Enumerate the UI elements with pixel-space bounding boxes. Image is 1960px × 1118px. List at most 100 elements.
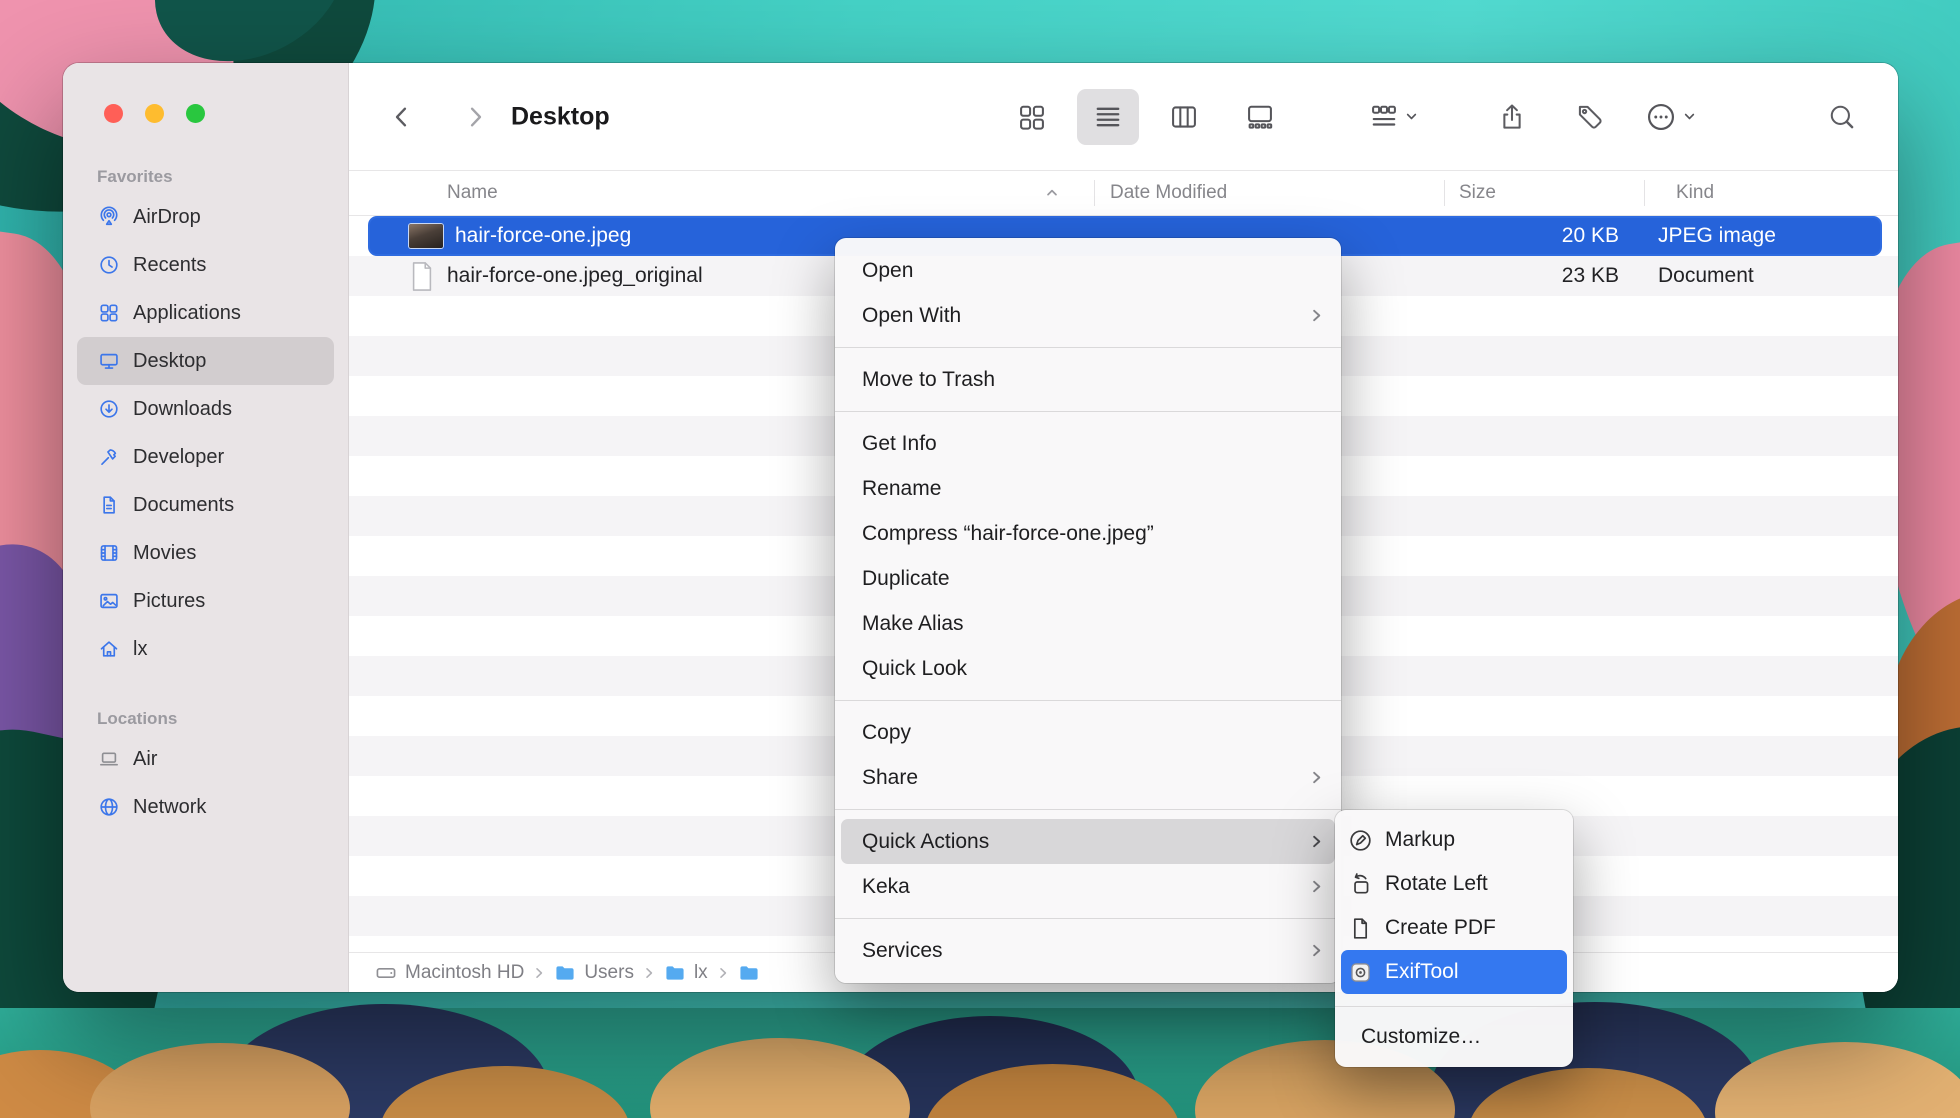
menu-item-move-to-trash[interactable]: Move to Trash [835,357,1341,402]
submenu-item-rotate-left[interactable]: Rotate Left [1335,862,1573,906]
hammer-icon [98,446,120,468]
forward-button[interactable] [462,104,488,130]
file-kind: JPEG image [1658,216,1776,256]
menu-item-make-alias[interactable]: Make Alias [835,601,1341,646]
menu-item-compress[interactable]: Compress “hair-force-one.jpeg” [835,511,1341,556]
column-divider[interactable] [1644,180,1645,206]
share-icon [1497,102,1527,132]
close-button[interactable] [104,104,123,123]
breadcrumb-lx[interactable]: lx [664,962,708,984]
submenu-item-label: Rotate Left [1385,872,1488,896]
file-name: hair-force-one.jpeg [455,224,631,248]
submenu-item-create-pdf[interactable]: Create PDF [1335,906,1573,950]
column-divider[interactable] [1094,180,1095,206]
sidebar-item-desktop[interactable]: Desktop [77,337,334,385]
sidebar-item-label: AirDrop [133,206,201,229]
window-title: Desktop [511,102,610,131]
sidebar-item-developer[interactable]: Developer [77,433,334,481]
sidebar-item-air[interactable]: Air [77,735,334,783]
column-divider[interactable] [1444,180,1445,206]
chevron-right-icon [1310,834,1323,849]
desktop-icon [98,350,120,372]
menu-item-keka[interactable]: Keka [835,864,1341,909]
group-button[interactable] [1369,102,1418,132]
column-view-button[interactable] [1153,89,1215,145]
breadcrumb-macintosh-hd[interactable]: Macintosh HD [375,962,524,984]
menu-separator [835,918,1341,919]
sidebar-item-lx[interactable]: lx [77,625,334,673]
sidebar-item-label: Movies [133,542,196,565]
submenu-item-exiftool[interactable]: ExifTool [1341,950,1567,994]
sidebar-item-recents[interactable]: Recents [77,241,334,289]
sidebar-item-airdrop[interactable]: AirDrop [77,193,334,241]
menu-item-quick-look[interactable]: Quick Look [835,646,1341,691]
menu-separator [835,347,1341,348]
sidebar-item-label: Desktop [133,350,206,373]
sidebar-item-pictures[interactable]: Pictures [77,577,334,625]
column-header-size[interactable]: Size [1459,182,1496,204]
sidebar-item-label: Documents [133,494,234,517]
breadcrumb-chevron-icon [533,966,545,980]
file-size: 23 KB [1434,256,1619,296]
ellipsis-circle-icon [1645,101,1677,133]
gallery-view-button[interactable] [1229,89,1291,145]
submenu-item-customize[interactable]: Customize… [1335,1015,1573,1059]
sidebar: Favorites AirDrop Recents Applications D… [63,63,349,992]
laptop-icon [98,748,120,770]
jpeg-thumbnail-icon [409,224,443,248]
sidebar-item-downloads[interactable]: Downloads [77,385,334,433]
menu-item-rename[interactable]: Rename [835,466,1341,511]
breadcrumb-users[interactable]: Users [554,962,634,984]
toolbar: Desktop [349,63,1898,170]
tags-button[interactable] [1575,102,1605,132]
menu-item-copy[interactable]: Copy [835,710,1341,755]
zoom-button[interactable] [186,104,205,123]
menu-separator [835,411,1341,412]
column-headers: Name Date Modified Size Kind [349,170,1898,216]
share-button[interactable] [1497,102,1527,132]
sidebar-item-movies[interactable]: Movies [77,529,334,577]
rotate-left-icon [1348,872,1373,897]
sidebar-item-label: Downloads [133,398,232,421]
column-header-kind[interactable]: Kind [1676,182,1714,204]
submenu-item-label: ExifTool [1385,960,1459,984]
markup-icon [1348,828,1373,853]
window-controls [63,63,348,123]
menu-item-services[interactable]: Services [835,928,1341,973]
sidebar-item-label: lx [133,638,147,661]
sidebar-item-network[interactable]: Network [77,783,334,831]
minimize-button[interactable] [145,104,164,123]
menu-item-get-info[interactable]: Get Info [835,421,1341,466]
sidebar-item-applications[interactable]: Applications [77,289,334,337]
context-menu: Open Open With Move to Trash Get Info Re… [835,238,1341,983]
sidebar-section-favorites: Favorites [97,167,348,187]
sort-ascending-icon[interactable] [1045,186,1059,200]
list-view-button[interactable] [1077,89,1139,145]
submenu-item-markup[interactable]: Markup [1335,818,1573,862]
film-icon [98,542,120,564]
file-size: 20 KB [1434,216,1619,256]
group-icon [1369,102,1399,132]
back-button[interactable] [389,104,415,130]
grid-view-icon [1017,102,1047,132]
breadcrumb-truncated[interactable] [738,962,760,984]
menu-item-open-with[interactable]: Open With [835,293,1341,338]
view-switcher [994,89,1298,145]
sidebar-item-documents[interactable]: Documents [77,481,334,529]
exiftool-icon [1348,960,1373,985]
column-header-date-modified[interactable]: Date Modified [1110,182,1227,204]
menu-item-open[interactable]: Open [835,248,1341,293]
icon-view-button[interactable] [1001,89,1063,145]
submenu-item-label: Create PDF [1385,916,1496,940]
menu-item-quick-actions[interactable]: Quick Actions [841,819,1335,864]
menu-item-duplicate[interactable]: Duplicate [835,556,1341,601]
photo-icon [98,590,120,612]
column-header-name[interactable]: Name [447,182,498,204]
airdrop-icon [98,206,120,228]
search-button[interactable] [1827,102,1857,132]
download-circle-icon [98,398,120,420]
chevron-right-icon [1310,308,1323,323]
search-icon [1827,102,1857,132]
menu-item-share[interactable]: Share [835,755,1341,800]
more-actions-button[interactable] [1645,101,1696,133]
